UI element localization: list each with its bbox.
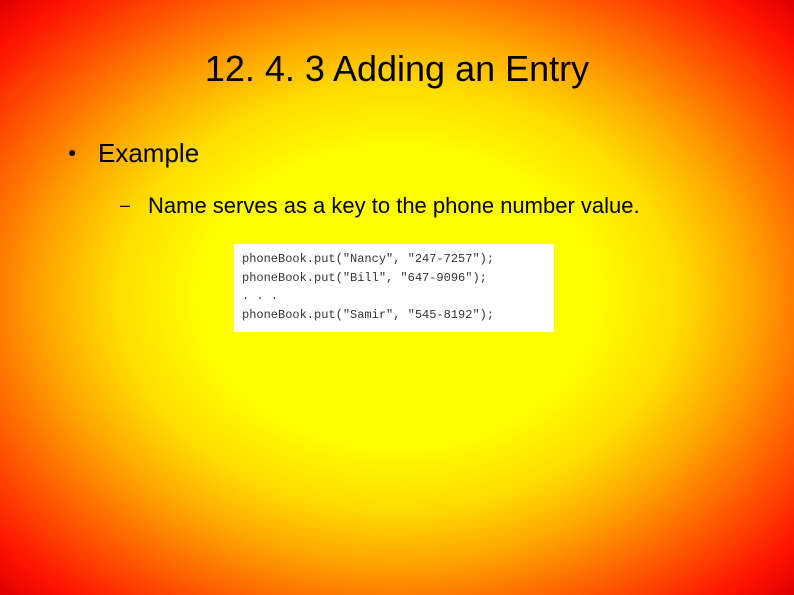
- code-line-1: phoneBook.put("Nancy", "247-7257");: [242, 252, 494, 266]
- sub-item: Name serves as a key to the phone number…: [120, 193, 640, 219]
- code-snippet: phoneBook.put("Nancy", "247-7257"); phon…: [234, 244, 554, 332]
- code-line-3: . . .: [242, 289, 278, 303]
- code-line-4: phoneBook.put("Samir", "545-8192");: [242, 308, 494, 322]
- sub-text: Name serves as a key to the phone number…: [148, 193, 640, 218]
- slide: 12. 4. 3 Adding an Entry Example Name se…: [0, 0, 794, 595]
- code-line-2: phoneBook.put("Bill", "647-9096");: [242, 271, 487, 285]
- bullet-list: Example Name serves as a key to the phon…: [68, 138, 640, 219]
- bullet-item-example: Example Name serves as a key to the phon…: [68, 138, 640, 219]
- bullet-text: Example: [98, 138, 199, 168]
- slide-title: 12. 4. 3 Adding an Entry: [0, 48, 794, 90]
- sub-list: Name serves as a key to the phone number…: [120, 193, 640, 219]
